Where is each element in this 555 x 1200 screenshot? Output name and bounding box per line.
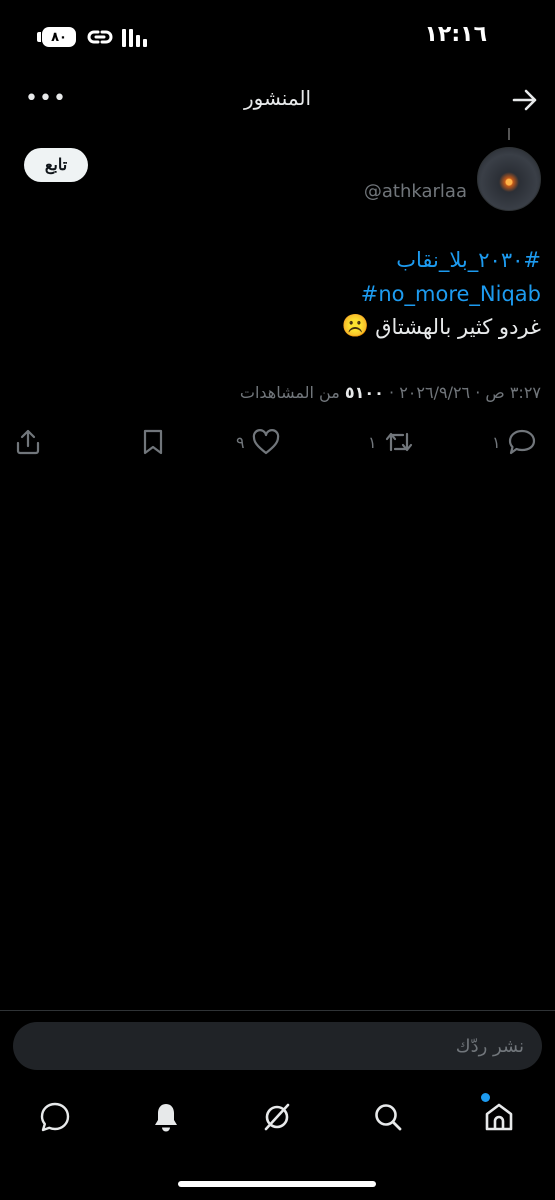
message-bubble-icon [40,1102,70,1132]
author-handle[interactable]: @athkarlaa [364,181,467,202]
link-icon [87,30,113,44]
follow-button[interactable]: تابع [24,148,88,182]
tab-home[interactable] [479,1097,519,1137]
tab-notifications[interactable] [146,1097,186,1137]
share-icon [16,429,40,455]
tab-grok[interactable] [257,1097,297,1137]
share-button[interactable] [14,428,42,456]
post-timestamp: ٣:٢٧ ص · ٢٠٢٦/٩/٢٦ · [383,383,541,402]
repost-button[interactable]: ١ [368,428,415,456]
home-indicator [178,1181,376,1187]
page-title: المنشور [243,86,312,110]
hashtag-link[interactable]: #٢٠٣٠_بلا_نقاب [396,248,541,272]
status-time: ١٢:١٦ [424,22,487,47]
back-arrow-icon[interactable] [511,86,539,114]
tab-search[interactable] [368,1097,408,1137]
post-text: غردو كثير بالهشتاق ☹️ [342,314,541,339]
post-text-content: غردو كثير بالهشتاق [375,314,541,339]
comment-icon [508,429,535,455]
search-icon [375,1104,402,1131]
home-icon [485,1103,513,1131]
views-count: ٥١٠٠ [344,383,384,402]
tab-messages[interactable] [35,1097,75,1137]
notification-dot [481,1093,490,1102]
divider [0,1010,555,1011]
avatar[interactable] [477,147,541,211]
repost-icon [385,432,412,452]
bookmark-button[interactable] [140,428,166,456]
post-meta: ٣:٢٧ ص · ٢٠٢٦/٩/٢٦ · ٥١٠٠ من المشاهدات [240,383,541,402]
hashtag-link[interactable]: #no_more_Niqab [361,282,541,306]
thread-line [508,128,510,140]
signal-icon [122,27,147,47]
reply-button[interactable]: ١ [492,428,537,456]
reply-input[interactable]: نشر ردّك [13,1022,542,1070]
battery-tip [37,32,41,42]
like-count: ٩ [236,432,245,452]
views-label: من المشاهدات [239,383,345,402]
like-button[interactable]: ٩ [236,428,281,456]
frowning-face-emoji: ☹️ [341,314,370,339]
bell-icon [155,1104,177,1132]
reply-count: ١ [492,432,501,452]
heart-icon [252,429,279,455]
bookmark-icon [143,429,163,455]
grok-icon [264,1103,290,1131]
battery-indicator: ٨٠ [42,27,76,47]
repost-count: ١ [368,432,377,452]
